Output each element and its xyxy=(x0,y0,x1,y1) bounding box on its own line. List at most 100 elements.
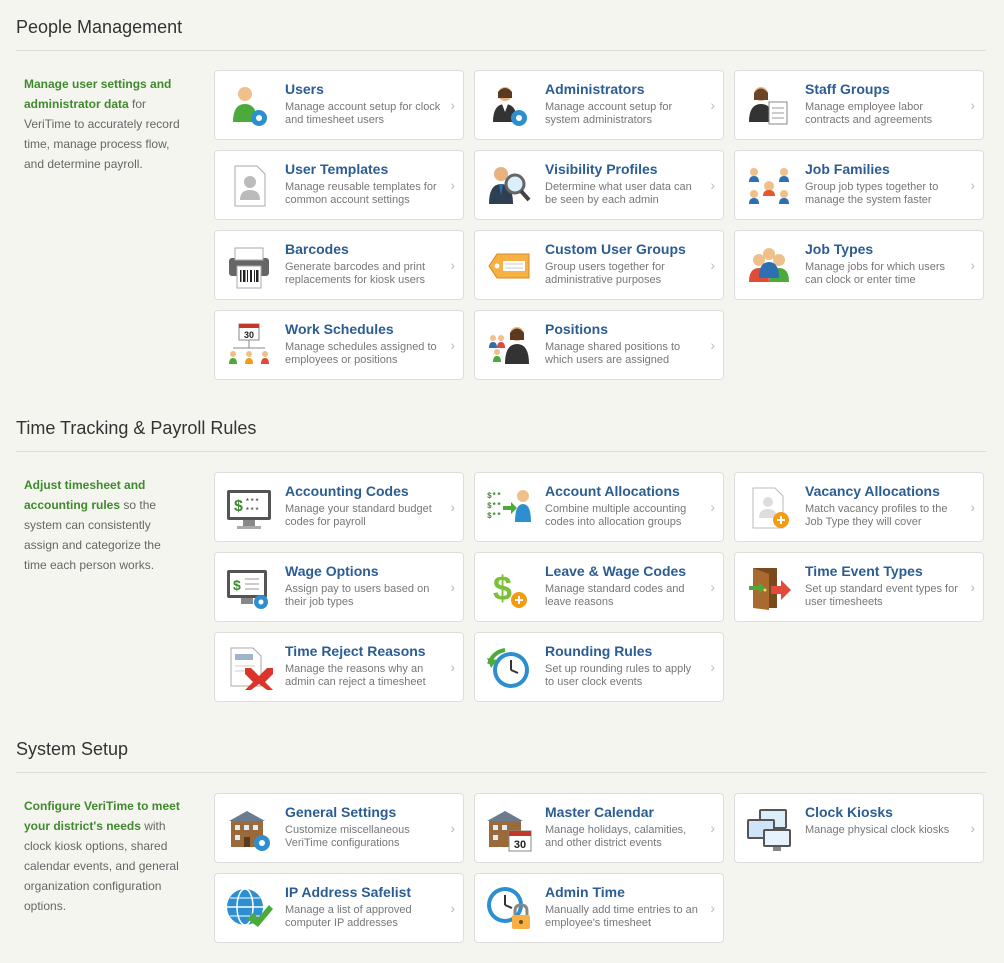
section-title: People Management xyxy=(16,16,986,51)
tile-title: Rounding Rules xyxy=(545,643,653,659)
tile-users[interactable]: Users Manage account setup for clock and… xyxy=(214,70,464,140)
tile-rounding-rules[interactable]: Rounding Rules Set up rounding rules to … xyxy=(474,632,724,702)
svg-text:***: *** xyxy=(245,507,259,516)
chevron-right-icon: › xyxy=(710,900,715,916)
chevron-right-icon: › xyxy=(450,337,455,353)
chevron-right-icon: › xyxy=(450,177,455,193)
tile-job-families[interactable]: Job Families Group job types together to… xyxy=(734,150,984,220)
tile-admin-time[interactable]: Admin Time Manually add time entries to … xyxy=(474,873,724,943)
tile-description: Manage the reasons why an admin can reje… xyxy=(285,663,426,688)
tile-title: IP Address Safelist xyxy=(285,884,412,900)
svg-text:$: $ xyxy=(233,577,241,593)
chevron-right-icon: › xyxy=(710,579,715,595)
chevron-right-icon: › xyxy=(450,579,455,595)
tile-title: Clock Kiosks xyxy=(805,804,893,820)
tile-account-allocations[interactable]: $** $** $** Account Allocations Combine mu… xyxy=(474,472,724,542)
chevron-right-icon: › xyxy=(710,97,715,113)
tile-leave-wage-codes[interactable]: $ Leave & Wage Codes Manage standard cod… xyxy=(474,552,724,622)
chevron-right-icon: › xyxy=(710,499,715,515)
tile-general-settings[interactable]: General Settings Customize miscellaneous… xyxy=(214,793,464,863)
tile-accounting-codes[interactable]: $ *** *** Accounting Codes Manage your sta… xyxy=(214,472,464,542)
tile-description: Manage your standard budget codes for pa… xyxy=(285,503,432,528)
chevron-right-icon: › xyxy=(710,659,715,675)
user-gear-icon xyxy=(233,87,267,126)
tile-user-templates[interactable]: User Templates Manage reusable templates… xyxy=(214,150,464,220)
tile-title: Wage Options xyxy=(285,563,379,579)
section-description: Manage user settings and administrator d… xyxy=(24,74,184,174)
tile-vacancy-allocations[interactable]: Vacancy Allocations Match vacancy profil… xyxy=(734,472,984,542)
job-families-icon xyxy=(749,168,789,204)
tile-job-types[interactable]: Job Types Manage jobs for which users ca… xyxy=(734,230,984,300)
clock-lock-icon xyxy=(487,887,530,929)
wage-monitor-gear-icon: $ xyxy=(227,570,268,609)
tile-title: Administrators xyxy=(545,81,645,97)
section-people-management: People Management Manage user settings a… xyxy=(16,16,986,380)
calendar-number: 30 xyxy=(244,330,254,340)
chevron-right-icon: › xyxy=(710,177,715,193)
tile-custom-user-groups[interactable]: Custom User Groups Group users together … xyxy=(474,230,724,300)
tile-description: Manage employee labor contracts and agre… xyxy=(805,101,933,126)
tile-description: Match vacancy profiles to the Job Type t… xyxy=(805,503,948,528)
tile-description: Manage schedules assigned to employees o… xyxy=(285,341,437,366)
section-title: Time Tracking & Payroll Rules xyxy=(16,417,986,452)
tile-master-calendar[interactable]: 30 Master Calendar Manage holidays, cala… xyxy=(474,793,724,863)
tile-title: Positions xyxy=(545,321,609,337)
building-gear-icon xyxy=(229,811,270,851)
tile-barcodes[interactable]: Barcodes Generate barcodes and print rep… xyxy=(214,230,464,300)
section-system-setup: System Setup Configure VeriTime to meet … xyxy=(16,738,986,943)
tile-title: Visibility Profiles xyxy=(545,161,658,177)
tile-title: Time Reject Reasons xyxy=(285,643,426,659)
tile-staff-groups[interactable]: Staff Groups Manage employee labor contr… xyxy=(734,70,984,140)
tile-visibility-profiles[interactable]: Visibility Profiles Determine what user … xyxy=(474,150,724,220)
tile-ip-address-safelist[interactable]: IP Address Safelist Manage a list of app… xyxy=(214,873,464,943)
tile-administrators[interactable]: Administrators Manage account setup for … xyxy=(474,70,724,140)
chevron-right-icon: › xyxy=(710,820,715,836)
globe-check-icon xyxy=(227,888,273,927)
chevron-right-icon: › xyxy=(970,579,975,595)
tile-description: Customize miscellaneous VeriTime configu… xyxy=(285,824,410,849)
chevron-right-icon: › xyxy=(710,257,715,273)
admin-gear-icon xyxy=(493,87,527,126)
section-time-tracking: Time Tracking & Payroll Rules Adjust tim… xyxy=(16,417,986,702)
tile-title: Leave & Wage Codes xyxy=(545,563,687,579)
tile-description: Manage jobs for which users can clock or… xyxy=(805,261,946,286)
tile-title: Work Schedules xyxy=(285,321,394,337)
chevron-right-icon: › xyxy=(450,659,455,675)
tile-description: Manage physical clock kiosks xyxy=(805,824,950,836)
section-description: Adjust timesheet and accounting rules so… xyxy=(24,475,184,575)
tile-work-schedules[interactable]: 30 Work Schedules Manage schedules assig… xyxy=(214,310,464,380)
tile-time-event-types[interactable]: Time Event Types Set up standard event t… xyxy=(734,552,984,622)
chevron-right-icon: › xyxy=(450,900,455,916)
tag-icon xyxy=(488,253,530,279)
tile-title: Master Calendar xyxy=(545,804,654,820)
tile-description: Group users together for administrative … xyxy=(545,261,665,286)
svg-text:$**: $** xyxy=(487,512,501,521)
tile-title: Accounting Codes xyxy=(285,483,409,499)
kiosk-monitors-icon xyxy=(747,809,791,851)
tile-description: Set up rounding rules to apply to user c… xyxy=(545,663,692,688)
tile-description: Set up standard event types for user tim… xyxy=(805,583,958,608)
vacancy-add-icon xyxy=(752,487,789,529)
chevron-right-icon: › xyxy=(970,97,975,113)
tile-wage-options[interactable]: $ Wage Options Assign pay to users based… xyxy=(214,552,464,622)
calendar-number: 30 xyxy=(514,839,526,851)
section-title: System Setup xyxy=(16,738,986,773)
tile-description: Group job types together to manage the s… xyxy=(805,181,939,206)
tile-description: Manage account setup for clock and times… xyxy=(285,101,441,126)
tile-time-reject-reasons[interactable]: Time Reject Reasons Manage the reasons w… xyxy=(214,632,464,702)
section-description-highlight: Manage user settings and administrator d… xyxy=(24,77,172,111)
tile-positions[interactable]: Positions Manage shared positions to whi… xyxy=(474,310,724,380)
chevron-right-icon: › xyxy=(970,499,975,515)
tile-description: Manage a list of approved computer IP ad… xyxy=(285,904,412,929)
dollar-plus-icon: $ xyxy=(493,570,527,608)
rounding-clock-icon xyxy=(487,648,529,688)
chevron-right-icon: › xyxy=(710,337,715,353)
tile-description: Manage account setup for system administ… xyxy=(545,101,673,126)
tile-title: Admin Time xyxy=(545,884,625,900)
tile-title: General Settings xyxy=(285,804,397,820)
chevron-right-icon: › xyxy=(970,177,975,193)
tile-clock-kiosks[interactable]: Clock Kiosks Manage physical clock kiosk… xyxy=(734,793,984,863)
chevron-right-icon: › xyxy=(450,820,455,836)
staff-groups-icon xyxy=(749,87,788,125)
chevron-right-icon: › xyxy=(450,257,455,273)
